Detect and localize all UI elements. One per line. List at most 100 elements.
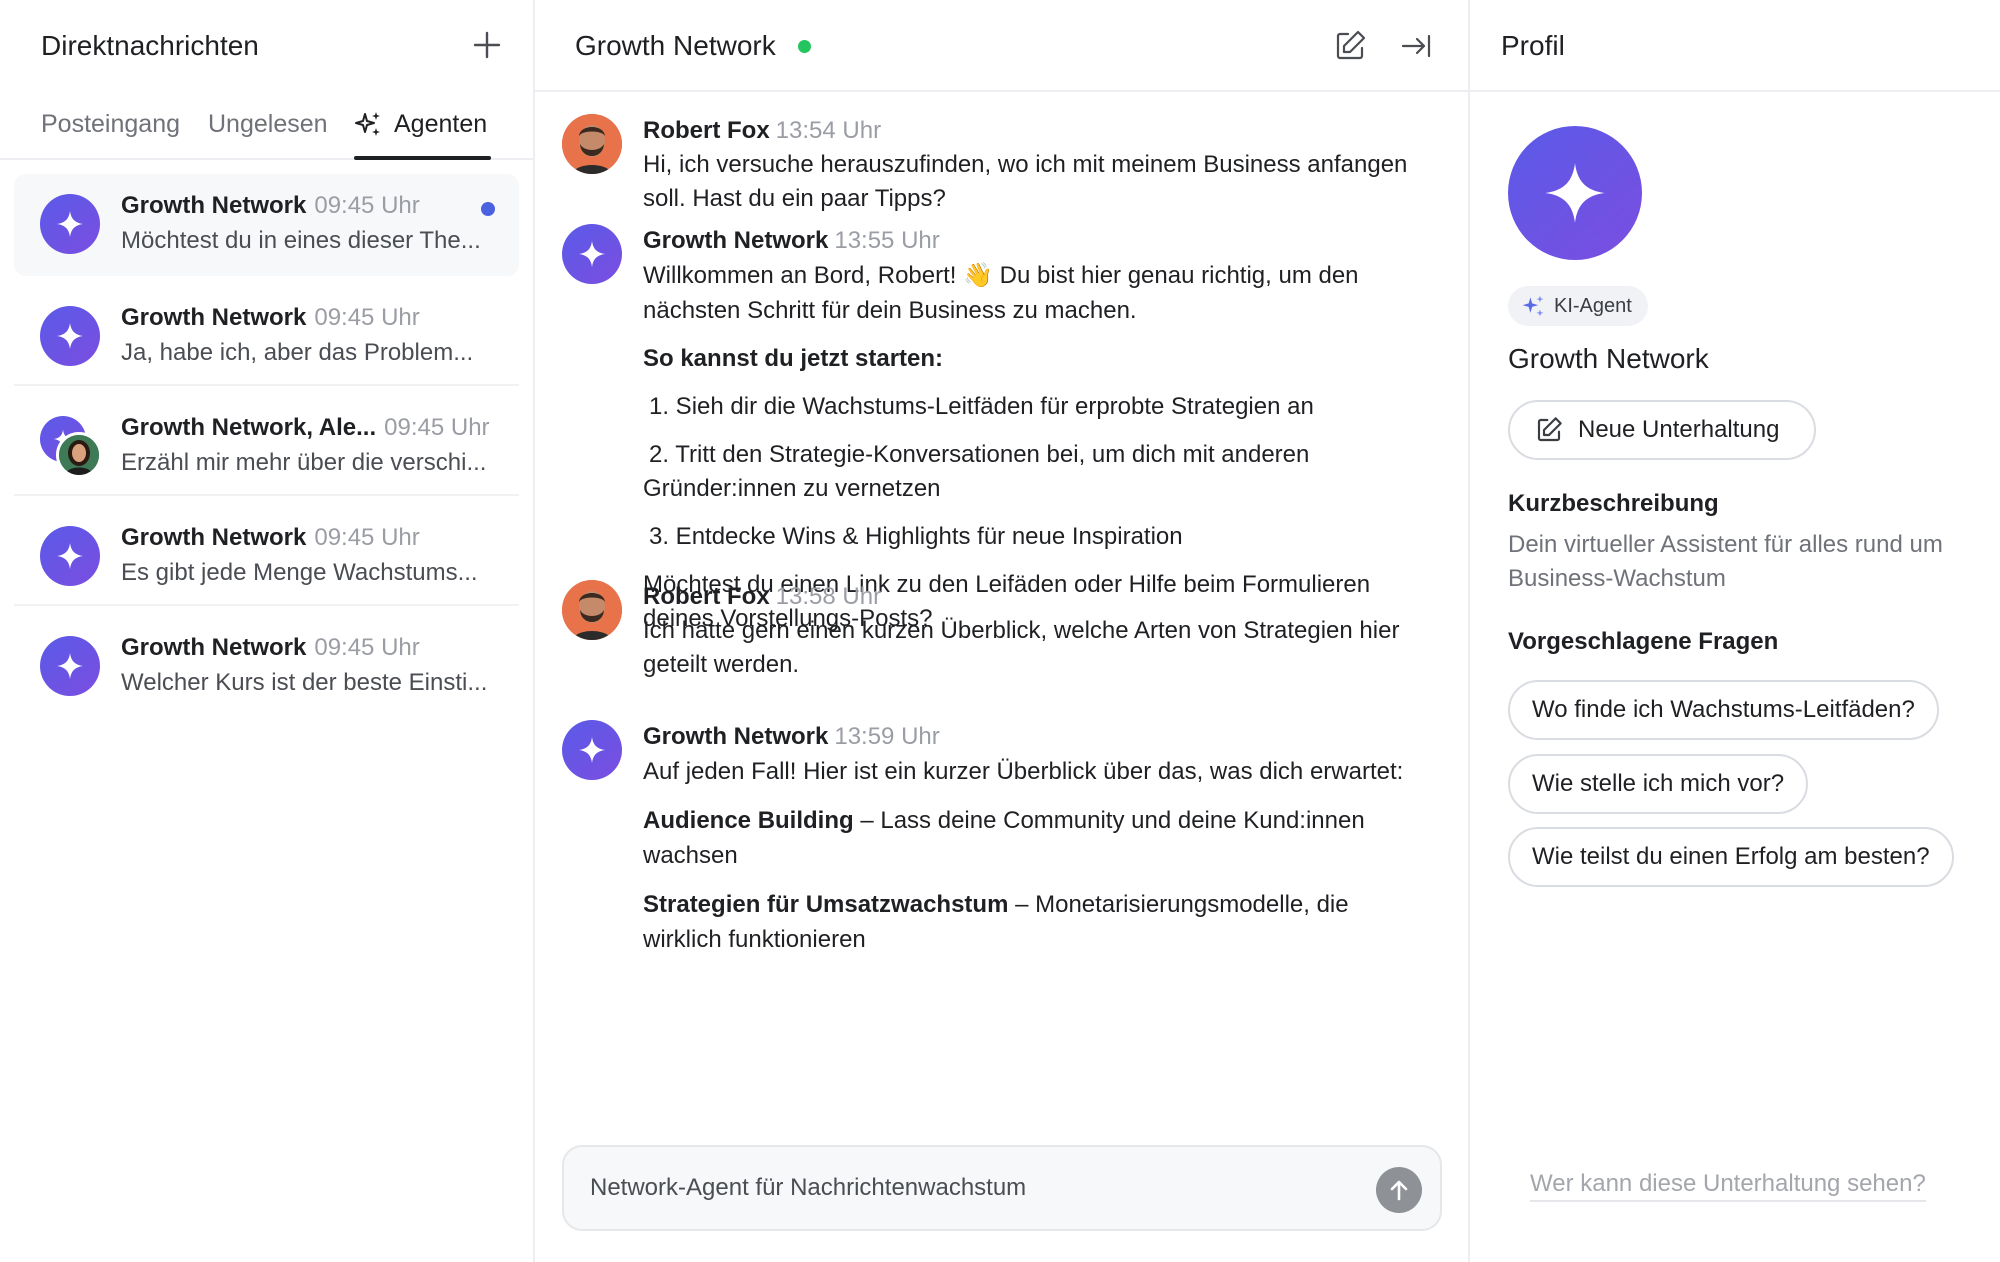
- message-time: 13:59 Uhr: [834, 723, 940, 750]
- message-text: Auf jeden Fall! Hier ist ein kurzer Über…: [643, 758, 1404, 785]
- message-list-item: Audience Building – Lass deine Community…: [643, 807, 1365, 869]
- conversation-time: 09:45 Uhr: [314, 634, 420, 661]
- message-list-item: Strategien für Umsatzwachstum – Monetari…: [643, 891, 1349, 953]
- online-status-indicator: [798, 40, 811, 53]
- conversation-preview: Erzähl mir mehr über die verschi...: [121, 449, 487, 476]
- message-text: Ich hätte gern einen kurzen Überblick, w…: [643, 617, 1400, 678]
- person-photo-icon: [59, 435, 99, 475]
- new-message-button[interactable]: [470, 28, 504, 62]
- suggested-question-chip[interactable]: Wie stelle ich mich vor?: [1508, 754, 1809, 814]
- message-header: Growth Network 13:59 Uhr: [643, 720, 1433, 754]
- sparkle-icon: [579, 737, 605, 763]
- new-conversation-label: Neue Unterhaltung: [1578, 416, 1780, 443]
- send-arrow-icon: [1390, 1180, 1408, 1201]
- message-heading: So kannst du jetzt starten:: [643, 345, 944, 372]
- sparkle-icon: [57, 211, 83, 237]
- message-header: Growth Network 13:55 Uhr: [643, 224, 1433, 258]
- message-author: Robert Fox: [643, 583, 770, 610]
- conversation-item[interactable]: Growth Network 09:45 Uhr Ja, habe ich, ab…: [14, 276, 519, 386]
- message-author: Growth Network: [643, 723, 829, 750]
- new-conversation-button[interactable]: Neue Unterhaltung: [1508, 400, 1816, 460]
- chat-title: Growth Network: [575, 30, 776, 61]
- compose-button[interactable]: [1332, 28, 1368, 64]
- sparkle-icon: [579, 241, 605, 267]
- conversation-preview: Es gibt jede Menge Wachstums...: [121, 559, 478, 586]
- chat-header: Growth Network: [535, 0, 1468, 92]
- conversation-item[interactable]: Growth Network, Ale... 09:45 Uhr Erzähl m…: [14, 386, 519, 496]
- message-step: 3. Entdecke Wins & Highlights für neue I…: [649, 523, 1183, 550]
- agent-avatar: [562, 224, 622, 284]
- edit-icon: [1537, 417, 1562, 442]
- message-body: Robert Fox 13:58 Uhr Ich hätte gern einen…: [643, 580, 1433, 682]
- collapse-panel-button[interactable]: [1398, 28, 1434, 64]
- agent-avatar: [40, 526, 100, 586]
- tab-ungelesen[interactable]: Ungelesen: [208, 110, 328, 139]
- tab-posteingang[interactable]: Posteingang: [41, 110, 180, 139]
- conversation-time: 09:45 Uhr: [314, 192, 420, 219]
- conversation-name: Growth Network, Ale... 09:45 Uhr: [121, 414, 490, 441]
- sparkle-icon: [1545, 163, 1605, 223]
- agent-avatar: [40, 306, 100, 366]
- conversation-name: Growth Network 09:45 Uhr: [121, 192, 420, 219]
- agent-avatar: [40, 194, 100, 254]
- conversation-item[interactable]: Growth Network 09:45 Uhr Welcher Kurs ist…: [14, 606, 519, 716]
- suggested-question-chip[interactable]: Wo finde ich Wachstums-Leitfäden?: [1508, 680, 1939, 740]
- conversation-preview: Ja, habe ich, aber das Problem...: [121, 339, 474, 366]
- app-window: Direktnachrichten Posteingang Ungelesen …: [0, 0, 2000, 1262]
- sparkle-icon: [57, 543, 83, 569]
- composer-input[interactable]: Network-Agent für Nachrichtenwachstum: [590, 1174, 1026, 1202]
- message-author: Growth Network: [643, 227, 829, 254]
- badge-label: KI-Agent: [1554, 294, 1632, 317]
- direct-messages-panel: Direktnachrichten Posteingang Ungelesen …: [0, 0, 535, 1262]
- short-description: Dein virtueller Assistent für alles rund…: [1508, 531, 1943, 592]
- message-step: 2. Tritt den Strategie-Konversationen be…: [643, 441, 1310, 502]
- profile-title: Profil: [1501, 30, 1565, 61]
- plus-icon: [473, 31, 501, 59]
- visibility-link[interactable]: Wer kann diese Unterhaltung sehen?: [1530, 1170, 1926, 1202]
- message-body: Robert Fox 13:54 Uhr Hi, ich versuche her…: [643, 114, 1433, 216]
- dm-tabs: Posteingang Ungelesen Agenten: [0, 92, 533, 160]
- agent-avatar: [40, 636, 100, 696]
- sparkle-icon: [1522, 295, 1544, 317]
- message-time: 13:58 Uhr: [775, 583, 882, 610]
- user-avatar: [562, 580, 622, 640]
- message-body: Growth Network 13:59 Uhr Auf jeden Fall! …: [643, 720, 1433, 957]
- agent-avatar: [562, 720, 622, 780]
- message-header: Robert Fox 13:54 Uhr: [643, 114, 1433, 148]
- dm-header: Direktnachrichten: [0, 0, 533, 92]
- profile-avatar: [1508, 126, 1642, 260]
- collapse-panel-icon: [1401, 34, 1431, 58]
- send-button[interactable]: [1376, 1167, 1422, 1213]
- conversation-preview: Möchtest du in eines dieser The...: [121, 227, 481, 254]
- sparkle-icon: [355, 112, 380, 136]
- conversation-name: Growth Network 09:45 Uhr: [121, 304, 420, 331]
- message-body: Growth Network 13:55 Uhr Willkommen an Bo…: [643, 224, 1433, 636]
- conversation-name: Growth Network 09:45 Uhr: [121, 524, 420, 551]
- conversation-time: 09:45 Uhr: [314, 524, 420, 551]
- tab-agenten[interactable]: Agenten: [394, 110, 487, 139]
- conversation-preview: Welcher Kurs ist der beste Einsti...: [121, 669, 488, 696]
- ai-agent-badge: KI-Agent: [1508, 286, 1648, 326]
- user-avatar: [562, 114, 622, 174]
- sparkle-icon: [57, 323, 83, 349]
- profile-name: Growth Network: [1508, 343, 1709, 374]
- dm-title: Direktnachrichten: [41, 30, 259, 61]
- chat-panel: Growth Network Robert Fox 13:54 Uhr Hi, …: [535, 0, 1470, 1262]
- suggested-questions-heading: Vorgeschlagene Fragen: [1508, 628, 1779, 655]
- conversation-name: Growth Network 09:45 Uhr: [121, 634, 420, 661]
- conversation-time: 09:45 Uhr: [314, 304, 420, 331]
- profile-header: Profil: [1470, 0, 2000, 92]
- suggested-question-chip[interactable]: Wie teilst du einen Erfolg am besten?: [1508, 827, 1954, 887]
- conversation-item[interactable]: Growth Network 09:45 Uhr Es gibt jede Men…: [14, 496, 519, 606]
- message-time: 13:54 Uhr: [775, 117, 882, 144]
- short-description-heading: Kurzbeschreibung: [1508, 490, 1719, 517]
- message-list: Robert Fox 13:54 Uhr Hi, ich versuche her…: [535, 94, 1468, 1124]
- conversation-item[interactable]: Growth Network 09:45 Uhr Möchtest du in e…: [14, 174, 519, 276]
- sparkle-icon: [57, 653, 83, 679]
- user-avatar: [56, 432, 102, 478]
- message-text: Hi, ich versuche herauszufinden, wo ich …: [643, 151, 1408, 212]
- message-composer[interactable]: Network-Agent für Nachrichtenwachstum: [562, 1145, 1442, 1231]
- conversation-time: 09:45 Uhr: [384, 414, 490, 441]
- message-text: Willkommen an Bord, Robert! 👋 Du bist hi…: [643, 262, 1359, 324]
- edit-icon: [1336, 30, 1366, 60]
